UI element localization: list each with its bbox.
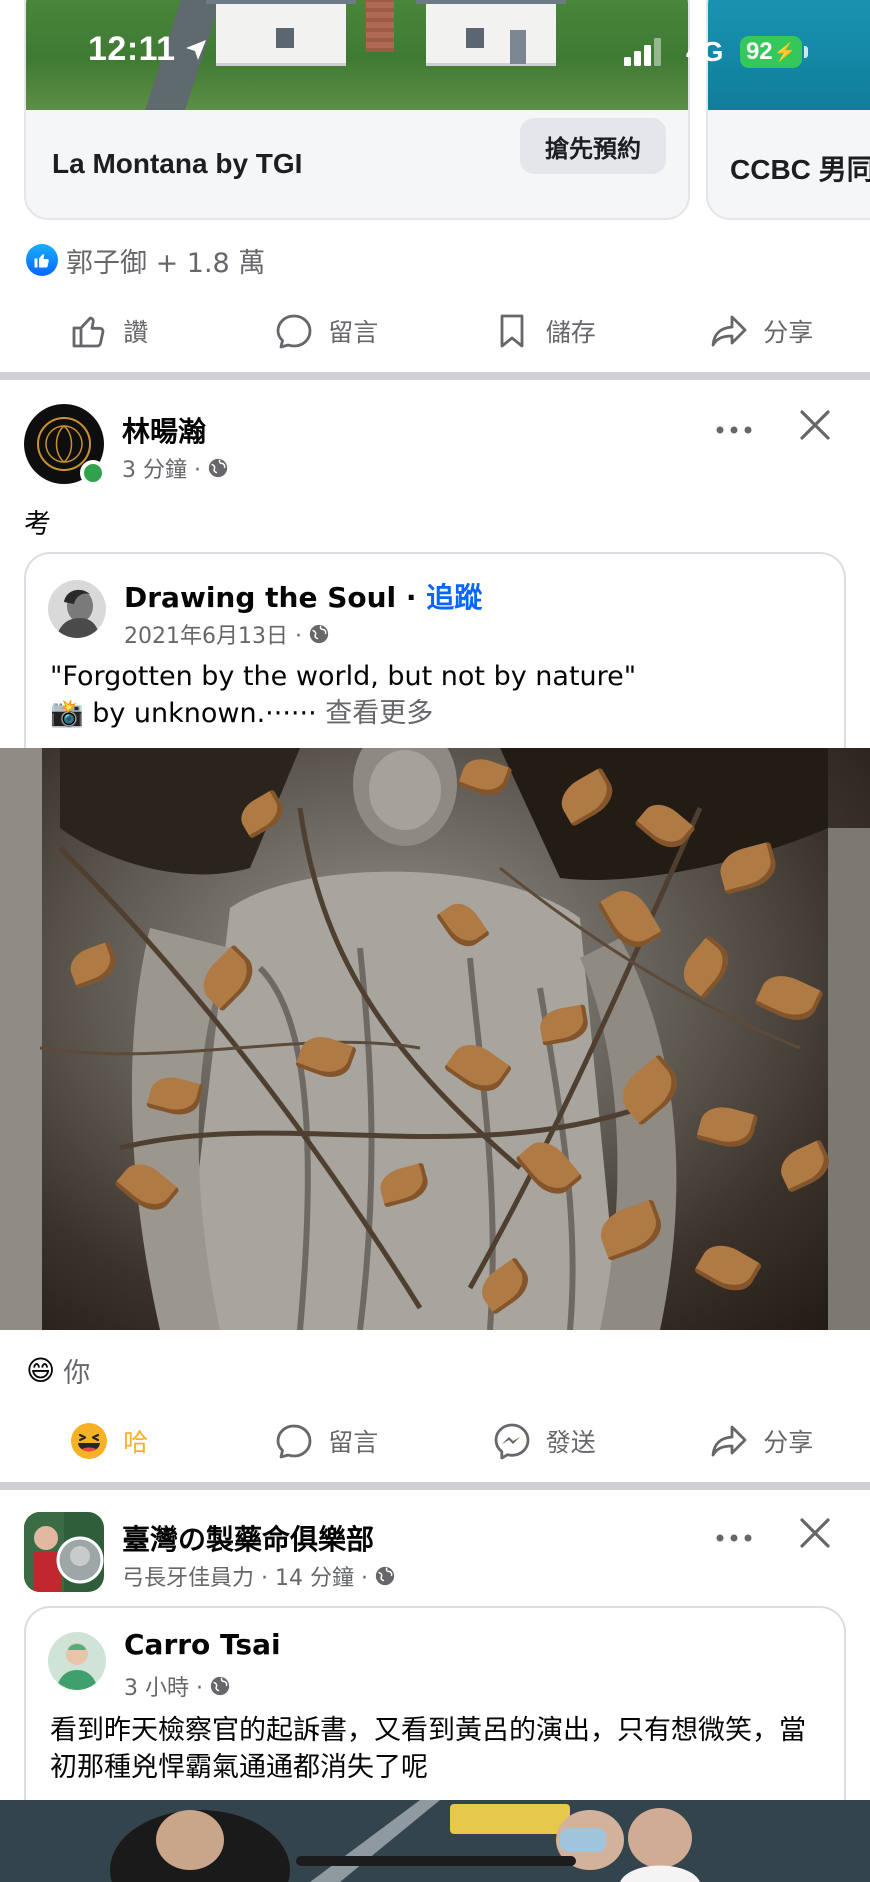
bookmark-icon [500, 314, 524, 348]
globe-icon [210, 1676, 230, 1696]
save-button[interactable]: 儲存 [435, 296, 653, 366]
shared-post-card[interactable]: Carro Tsai 3 小時 · 看到昨天檢察官的起訴書，又看到黃呂的演出，只… [24, 1606, 846, 1800]
see-more-link[interactable]: 查看更多 [325, 698, 433, 729]
post1-reactions[interactable]: 郭子御 + 1.8 萬 [26, 240, 265, 280]
like-reaction-icon [26, 244, 58, 276]
home-indicator[interactable] [296, 1856, 576, 1866]
shared-post-photo[interactable] [0, 1800, 870, 1882]
haha-reaction-icon: 😄 [26, 1353, 56, 1387]
shared-text-line1: "Forgotten by the world, but not by natu… [50, 661, 637, 692]
ad-card-ccbc[interactable]: CCBC 男同 [706, 0, 870, 220]
post-body-text: 考 [24, 509, 51, 540]
reaction-summary: 郭子御 + 1.8 萬 [66, 247, 266, 279]
like-label: 讚 [123, 318, 149, 347]
comment-label: 留言 [328, 1428, 379, 1457]
shared-text-line2: 📸 by unknown.······ 查看更多 [50, 695, 820, 732]
comment-icon [276, 1424, 312, 1459]
feed-divider [0, 372, 870, 380]
save-label: 儲存 [545, 318, 596, 347]
comment-button[interactable]: 留言 [218, 1406, 436, 1476]
shared-post-text: "Forgotten by the world, but not by natu… [50, 658, 820, 732]
post-time: 3 分鐘 · [122, 458, 201, 483]
shared-post-meta: 3 小時 · [124, 1670, 231, 1702]
shared-post-text: 看到昨天檢察官的起訴書，又看到黃呂的演出，只有想微笑，當初那種兇悍霸氣通通都消失… [50, 1715, 806, 1783]
shared-page-name: Drawing the Soul · 追蹤 [124, 576, 482, 616]
globe-icon [309, 624, 329, 644]
comment-button[interactable]: 留言 [218, 296, 436, 366]
post1-action-bar: 讚 留言 儲存 分享 [0, 296, 870, 366]
post3-header: 臺灣の製藥命俱樂部 弓長牙佳員力 · 14 分鐘 · [24, 1512, 844, 1602]
close-icon[interactable] [798, 408, 832, 442]
share-icon [711, 1425, 747, 1457]
camera-emoji-icon: 📸 [50, 698, 84, 729]
post2-header: 林暘瀚 3 分鐘 · [24, 404, 844, 494]
reaction-summary: 你 [63, 1357, 91, 1389]
send-button[interactable]: 發送 [435, 1406, 653, 1476]
send-label: 發送 [545, 1428, 596, 1457]
post-author-and-time: 弓長牙佳員力 · 14 分鐘 · [122, 1566, 368, 1591]
like-button[interactable]: 讚 [0, 296, 218, 366]
separator: · [396, 581, 427, 614]
shared-text-line2-body: by unknown.······ [83, 698, 326, 729]
feed-divider [0, 1482, 870, 1490]
shared-post-photo[interactable] [0, 748, 870, 1330]
globe-icon [208, 458, 228, 478]
shared-post-meta: 2021年6月13日 · [124, 618, 330, 650]
shared-author-name[interactable]: Carro Tsai [124, 1628, 281, 1661]
ad-card-la-montana[interactable]: La Montana by TGI 搶先預約 [24, 0, 690, 220]
shared-post-date: 2021年6月13日 · [124, 624, 302, 649]
more-options-icon[interactable] [714, 1526, 754, 1550]
share-button[interactable]: 分享 [653, 296, 870, 366]
comment-label: 留言 [328, 318, 379, 347]
shared-page-title[interactable]: Drawing the Soul [124, 581, 396, 614]
post2-action-bar: 哈 留言 發送 分享 [0, 1406, 870, 1476]
post2-reactions[interactable]: 😄 你 [26, 1350, 90, 1390]
shared-post-time: 3 小時 · [124, 1676, 203, 1701]
share-button[interactable]: 分享 [653, 1406, 870, 1476]
group-name[interactable]: 臺灣の製藥命俱樂部 [122, 1518, 374, 1558]
globe-icon [375, 1566, 395, 1586]
messenger-icon [494, 1423, 530, 1460]
haha-label: 哈 [123, 1428, 149, 1457]
ad-title: CCBC 男同 [730, 154, 870, 185]
share-label: 分享 [763, 318, 814, 347]
shared-page-avatar[interactable] [48, 580, 106, 638]
share-icon [711, 315, 747, 347]
follow-link[interactable]: 追蹤 [426, 581, 482, 614]
shared-post-card[interactable]: Drawing the Soul · 追蹤 2021年6月13日 · "Forg… [24, 552, 846, 748]
post-meta: 3 分鐘 · [122, 452, 229, 484]
post-author[interactable]: 林暘瀚 [122, 410, 206, 450]
post-meta: 弓長牙佳員力 · 14 分鐘 · [122, 1560, 396, 1592]
more-options-icon[interactable] [714, 418, 754, 442]
ad-carousel: La Montana by TGI 搶先預約 CCBC 男同 [0, 0, 870, 240]
book-now-button[interactable]: 搶先預約 [520, 118, 666, 174]
online-status-dot [80, 460, 106, 486]
ad-image [708, 0, 870, 110]
comment-icon [276, 314, 312, 349]
shared-author-avatar[interactable] [48, 1632, 106, 1690]
haha-button[interactable]: 哈 [0, 1406, 218, 1476]
share-label: 分享 [763, 1428, 814, 1457]
ad-title: La Montana by TGI [52, 148, 303, 179]
haha-face-icon [71, 1423, 108, 1459]
ad-image [26, 0, 688, 110]
group-avatar[interactable] [24, 1512, 104, 1592]
close-icon[interactable] [798, 1516, 832, 1550]
thumbs-up-icon [72, 316, 105, 348]
